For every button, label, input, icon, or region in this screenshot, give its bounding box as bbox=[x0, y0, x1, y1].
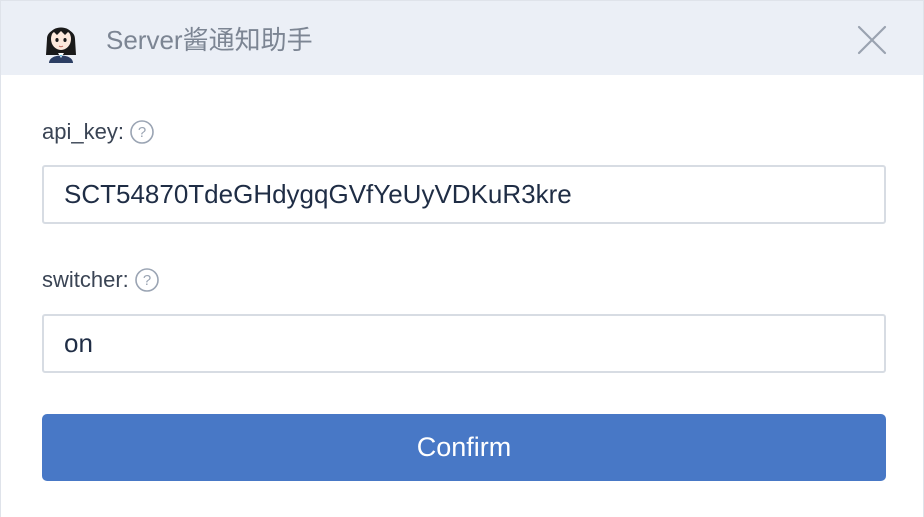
question-circle-icon[interactable]: ? bbox=[134, 268, 159, 292]
switcher-label: switcher: bbox=[42, 267, 129, 292]
svg-text:?: ? bbox=[143, 272, 151, 289]
girl-avatar-icon bbox=[41, 19, 81, 63]
api-key-input[interactable] bbox=[42, 165, 886, 224]
api-key-label-row: api_key: ? bbox=[42, 118, 154, 146]
dialog-window: Server酱通知助手 api_key: ? switcher: ? Confi… bbox=[0, 0, 924, 517]
confirm-button[interactable]: Confirm bbox=[42, 414, 886, 481]
svg-text:?: ? bbox=[138, 124, 146, 141]
title-bar: Server酱通知助手 bbox=[1, 1, 923, 75]
window-title: Server酱通知助手 bbox=[106, 25, 313, 55]
switcher-label-row: switcher: ? bbox=[42, 266, 159, 294]
close-icon[interactable] bbox=[855, 23, 889, 57]
api-key-label: api_key: bbox=[42, 119, 124, 144]
question-circle-icon[interactable]: ? bbox=[130, 120, 154, 144]
switcher-input[interactable] bbox=[42, 314, 886, 373]
